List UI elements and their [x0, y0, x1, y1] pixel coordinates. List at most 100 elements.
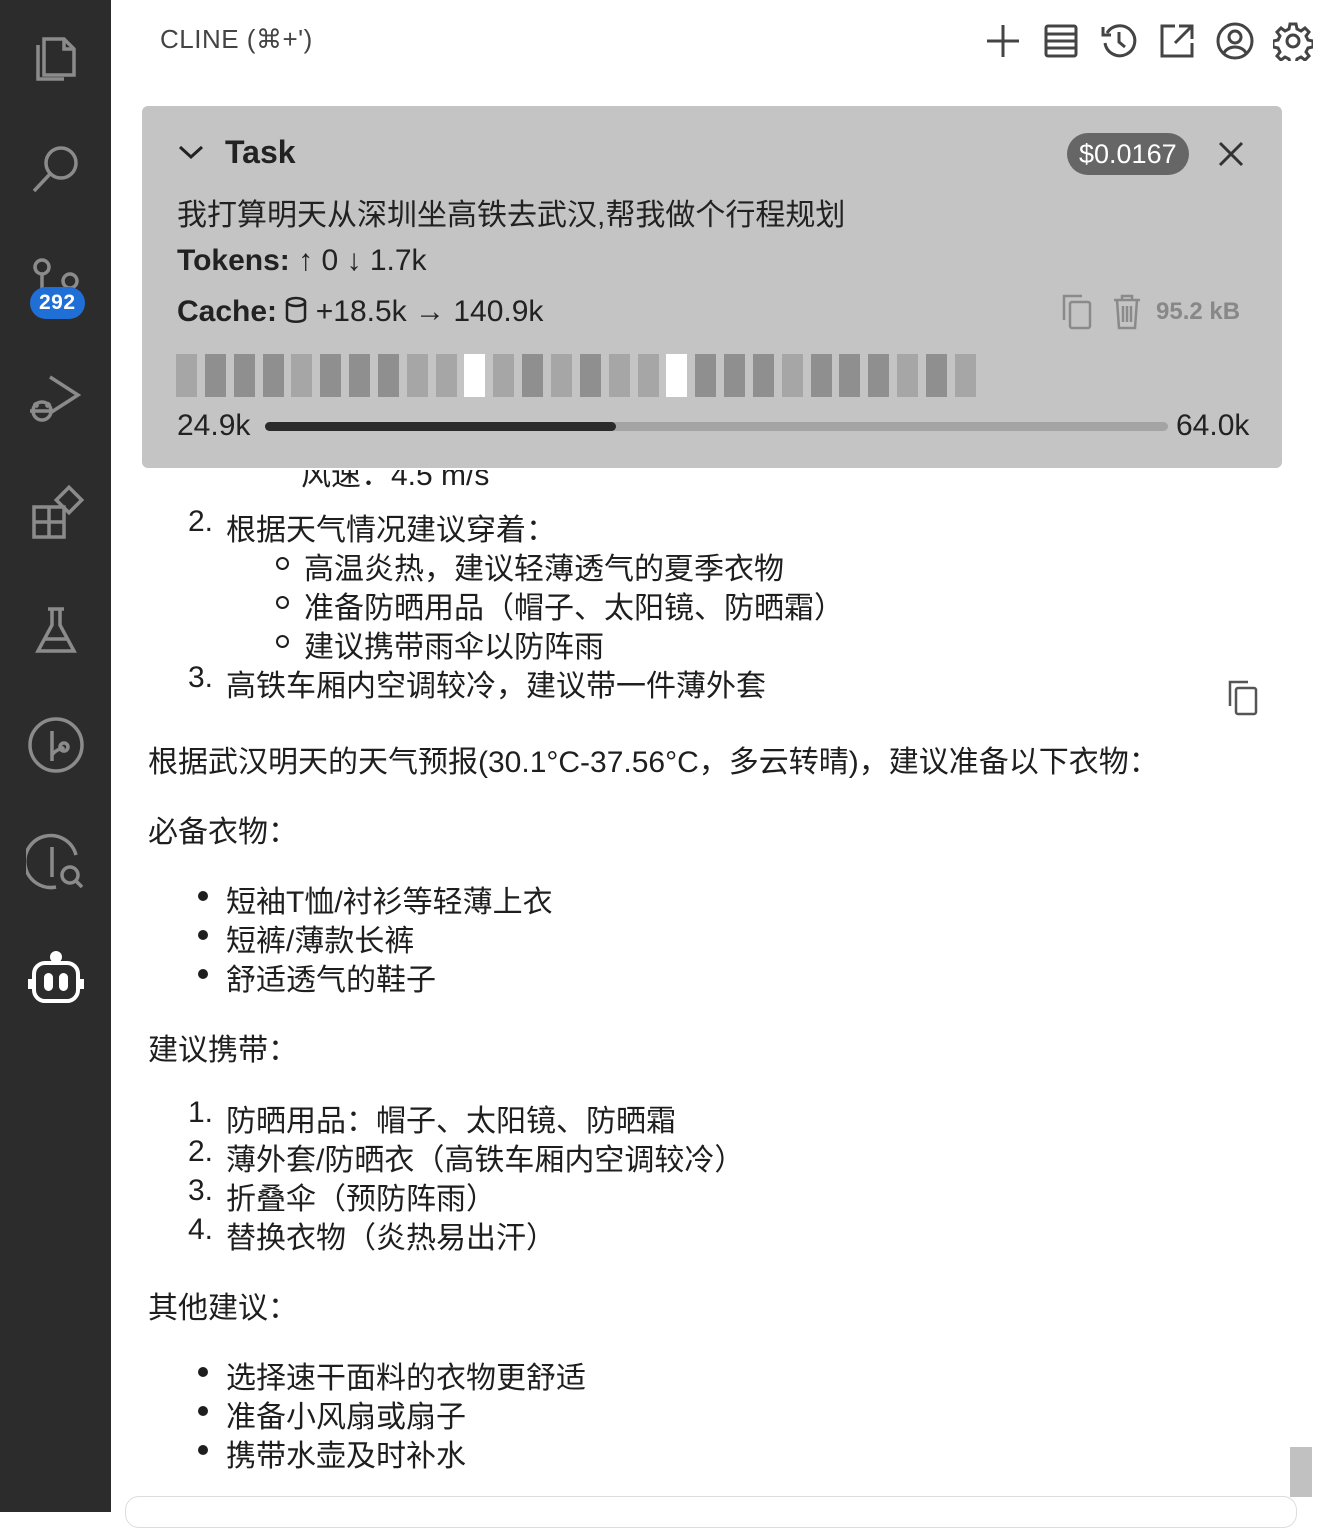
context-block [724, 354, 746, 397]
run-debug-icon[interactable] [0, 352, 111, 442]
list-number: 3. [188, 661, 214, 694]
bullet [198, 969, 208, 979]
context-block [666, 354, 688, 397]
bullet [198, 1406, 208, 1416]
context-block [550, 354, 572, 397]
context-block [752, 354, 774, 397]
list-number: 4. [188, 1213, 214, 1246]
copy-icon[interactable] [1060, 292, 1094, 332]
popout-button[interactable] [1148, 14, 1206, 68]
context-block [695, 354, 717, 397]
list-item: 建议携带雨伞以防阵雨 [304, 631, 604, 664]
list-item: 选择速干面料的衣物更舒适 [226, 1362, 586, 1395]
search-icon[interactable] [0, 124, 111, 214]
context-max: 64.0k [1176, 409, 1250, 442]
trash-icon[interactable] [1110, 292, 1144, 332]
context-block [781, 354, 803, 397]
account-icon [1216, 22, 1254, 60]
card-tools: 95.2 kB [1060, 292, 1240, 332]
section-title: 其他建议： [148, 1292, 298, 1325]
panel-header: CLINE (⌘+') [111, 0, 1322, 82]
context-block [925, 354, 947, 397]
bullet [198, 930, 208, 940]
cost-badge: $0.0167 [1067, 133, 1189, 175]
context-block [435, 354, 457, 397]
context-block [579, 354, 601, 397]
context-block [839, 354, 861, 397]
activity-bar: 292 [0, 0, 111, 1512]
tokens-label: Tokens: [177, 244, 290, 277]
sub-bullet [276, 635, 289, 648]
tokens-row: Tokens: ↑ 0 ↓ 1.7k [177, 244, 427, 278]
context-block [637, 354, 659, 397]
context-block [291, 354, 313, 397]
git-graph-icon[interactable] [0, 700, 111, 790]
server-icon [1044, 24, 1078, 58]
context-block [897, 354, 919, 397]
tokens-out: ↓ 1.7k [346, 244, 427, 277]
section-title: 建议携带： [148, 1034, 298, 1067]
context-block [377, 354, 399, 397]
cache-label: Cache: [177, 295, 278, 328]
list-number: 2. [188, 505, 214, 538]
context-block [349, 354, 371, 397]
context-block [464, 354, 486, 397]
message-content: 风速：4.5 m/s 2. 根据天气情况建议穿着： 高温炎热，建议轻薄透气的夏季… [111, 470, 1291, 1512]
mcp-servers-button[interactable] [1032, 14, 1090, 68]
list-item: 薄外套/防晒衣（高铁车厢内空调较冷） [226, 1144, 745, 1177]
panel-title: CLINE (⌘+') [160, 24, 313, 54]
context-block [176, 354, 197, 397]
bullet [198, 1367, 208, 1377]
copy-message-icon[interactable] [1226, 678, 1260, 718]
list-number: 1. [188, 1096, 214, 1129]
context-block [233, 354, 255, 397]
list-item: 防晒用品：帽子、太阳镜、防晒霜 [226, 1105, 676, 1138]
cache-writes: +18.5k [315, 295, 407, 328]
bullet [198, 891, 208, 901]
database-icon [286, 296, 307, 323]
list-item: 根据天气情况建议穿着： [226, 514, 556, 547]
settings-button[interactable] [1264, 14, 1322, 68]
new-task-button[interactable] [974, 14, 1032, 68]
list-item: 准备防晒用品（帽子、太阳镜、防晒霜） [304, 592, 844, 625]
context-block [493, 354, 515, 397]
list-item: 高温炎热，建议轻薄透气的夏季衣物 [304, 553, 784, 586]
context-block [868, 354, 890, 397]
close-icon[interactable] [1214, 137, 1248, 171]
scrollbar-thumb[interactable] [1290, 1447, 1312, 1497]
sub-bullet [276, 557, 289, 570]
task-size: 95.2 kB [1156, 298, 1241, 325]
list-item: 高铁车厢内空调较冷，建议带一件薄外套 [226, 670, 766, 703]
task-text: 我打算明天从深圳坐高铁去武汉,帮我做个行程规划 [177, 199, 846, 232]
extensions-icon[interactable] [0, 470, 111, 560]
context-block [262, 354, 284, 397]
cline-robot-icon[interactable] [0, 934, 111, 1024]
chevron-down-icon[interactable] [178, 142, 204, 162]
context-block [204, 354, 226, 397]
list-number: 2. [188, 1135, 214, 1168]
section-title: 必备衣物： [148, 816, 298, 849]
external-link-icon [1160, 24, 1194, 58]
list-item: 舒适透气的鞋子 [226, 964, 436, 997]
history-icon [1101, 24, 1137, 58]
task-label: Task [225, 134, 296, 170]
gear-icon [1273, 22, 1313, 61]
list-item: 短裤/薄款长裤 [226, 925, 415, 958]
list-item: 替换衣物（炎热易出汗） [226, 1222, 556, 1255]
testing-icon[interactable] [0, 586, 111, 676]
explorer-icon[interactable] [0, 10, 111, 100]
history-button[interactable] [1090, 14, 1148, 68]
list-item: 短袖T恤/衬衫等轻薄上衣 [226, 886, 553, 919]
list-item: 准备小风扇或扇子 [226, 1401, 466, 1434]
bullet [198, 1445, 208, 1455]
git-lens-icon[interactable] [0, 816, 111, 906]
source-control-badge: 292 [30, 287, 85, 319]
plus-icon [987, 25, 1019, 57]
context-block [320, 354, 342, 397]
account-button[interactable] [1206, 14, 1264, 68]
context-window-fill [265, 422, 617, 431]
context-block [522, 354, 544, 397]
chat-input-edge[interactable] [125, 1496, 1297, 1528]
cache-row: Cache: +18.5k → 140.9k [177, 295, 543, 329]
context-blocks [176, 354, 984, 397]
